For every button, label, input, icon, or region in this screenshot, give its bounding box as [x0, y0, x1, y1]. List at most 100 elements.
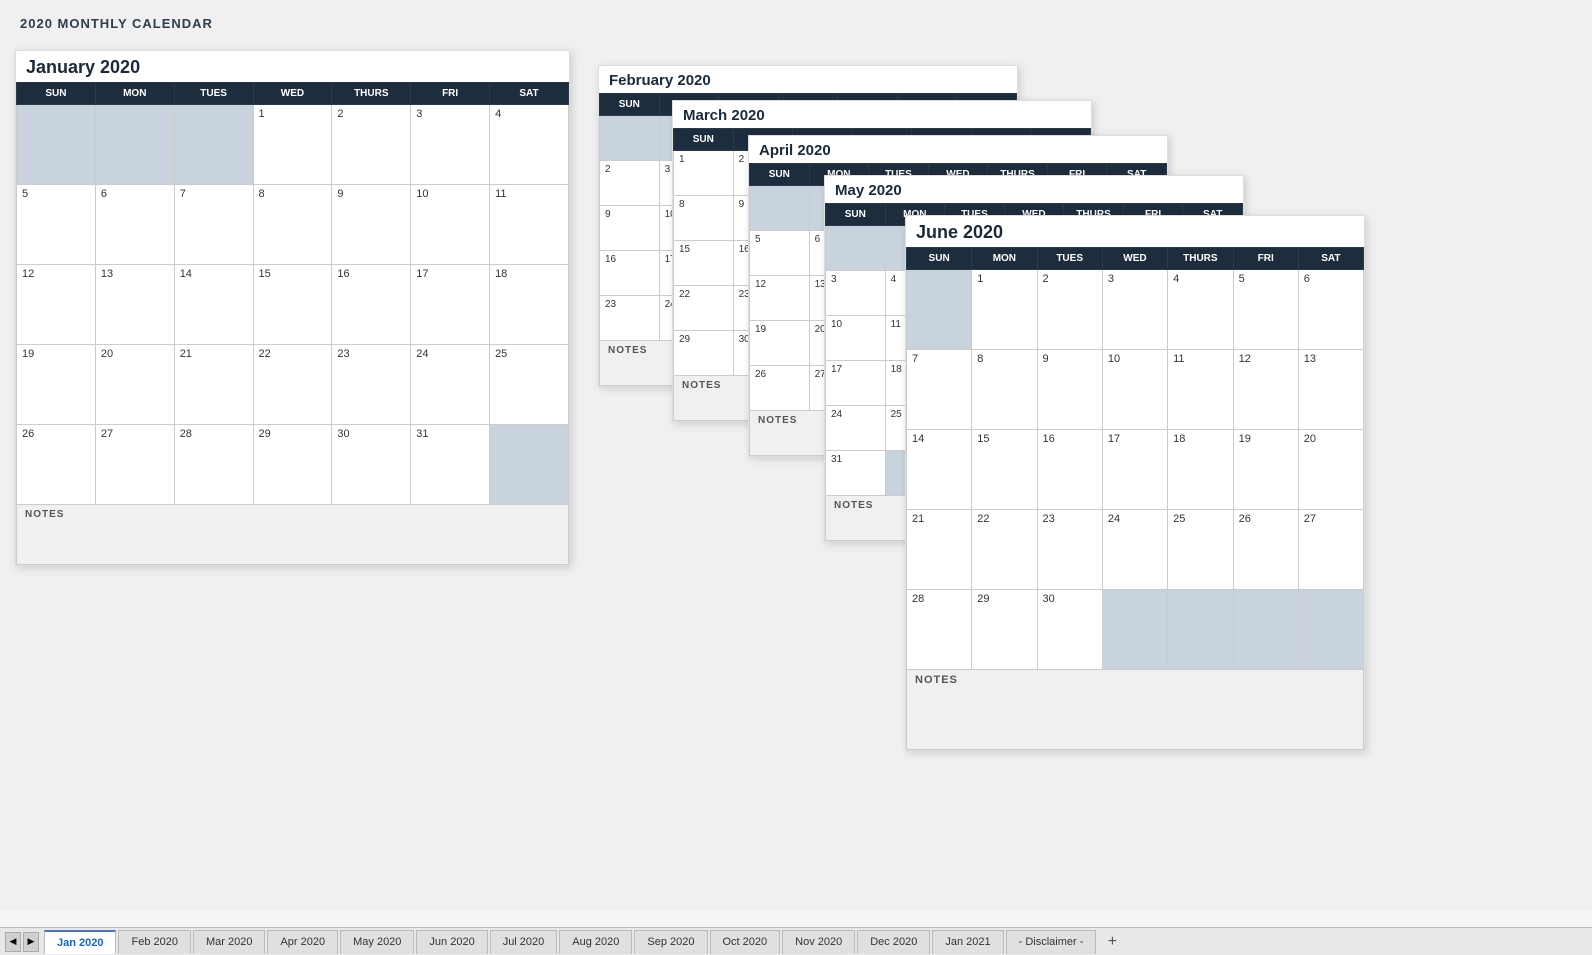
table-cell: 1 — [674, 151, 734, 196]
table-cell: 12 — [750, 276, 810, 321]
table-cell: 31 — [411, 425, 490, 505]
table-cell: 29 — [972, 590, 1037, 670]
col-thu: THURS — [332, 83, 411, 105]
table-cell: 21 — [174, 345, 253, 425]
tab-may-2020[interactable]: May 2020 — [340, 930, 414, 954]
table-cell: 3 — [411, 105, 490, 185]
table-cell — [1298, 590, 1363, 670]
table-cell: 25 — [490, 345, 569, 425]
table-cell: 19 — [1233, 430, 1298, 510]
table-cell — [174, 105, 253, 185]
tab-mar-2020[interactable]: Mar 2020 — [193, 930, 265, 954]
tab-jan-2020[interactable]: Jan 2020 — [44, 930, 116, 954]
table-cell: 14 — [174, 265, 253, 345]
january-title: January 2020 — [16, 51, 569, 82]
tab-add-button[interactable]: + — [1102, 932, 1122, 952]
calendar-june: June 2020 SUN MON TUES WED THURS FRI SAT… — [905, 215, 1365, 751]
tab-apr-2020[interactable]: Apr 2020 — [267, 930, 338, 954]
table-cell: 1 — [972, 270, 1037, 350]
table-cell: 2 — [1037, 270, 1102, 350]
table-cell: 16 — [600, 251, 660, 296]
tab-aug-2020[interactable]: Aug 2020 — [559, 930, 632, 954]
table-cell: 5 — [17, 185, 96, 265]
table-cell: 17 — [1102, 430, 1167, 510]
table-cell: 16 — [332, 265, 411, 345]
tab-nav-left[interactable]: ◀ — [5, 932, 21, 952]
table-cell — [95, 105, 174, 185]
table-cell: 26 — [750, 366, 810, 411]
table-cell: 31 — [826, 451, 886, 496]
table-cell — [490, 425, 569, 505]
tab-jun-2020[interactable]: Jun 2020 — [416, 930, 487, 954]
june-grid: SUN MON TUES WED THURS FRI SAT 1 2 3 4 5 — [906, 247, 1364, 750]
col-sun: SUN — [907, 248, 972, 270]
may-title: May 2020 — [825, 176, 1243, 203]
col-sat: SAT — [490, 83, 569, 105]
tab-jan-2021[interactable]: Jan 2021 — [932, 930, 1003, 954]
table-cell: 7 — [174, 185, 253, 265]
table-cell: 13 — [95, 265, 174, 345]
tab-nav: ◀ ▶ — [0, 932, 44, 952]
table-cell: 24 — [411, 345, 490, 425]
tab-oct-2020[interactable]: Oct 2020 — [710, 930, 781, 954]
col-mon: MON — [972, 248, 1037, 270]
table-cell: 15 — [674, 241, 734, 286]
tab-feb-2020[interactable]: Feb 2020 — [118, 930, 190, 954]
tab-disclaimer[interactable]: - Disclaimer - — [1006, 930, 1097, 954]
table-cell: 14 — [907, 430, 972, 510]
table-cell: 23 — [332, 345, 411, 425]
tab-jul-2020[interactable]: Jul 2020 — [490, 930, 558, 954]
table-cell: 3 — [1102, 270, 1167, 350]
col-tue: TUES — [174, 83, 253, 105]
table-cell — [907, 270, 972, 350]
table-cell: 20 — [95, 345, 174, 425]
table-cell: 2 — [600, 161, 660, 206]
table-cell: 9 — [1037, 350, 1102, 430]
table-cell: 27 — [1298, 510, 1363, 590]
june-title: June 2020 — [906, 216, 1364, 247]
calendar-january: January 2020 SUN MON TUES WED THURS FRI … — [15, 50, 570, 566]
table-cell: 20 — [1298, 430, 1363, 510]
table-cell: 9 — [332, 185, 411, 265]
col-tue: TUES — [1037, 248, 1102, 270]
tab-dec-2020[interactable]: Dec 2020 — [857, 930, 930, 954]
tab-nov-2020[interactable]: Nov 2020 — [782, 930, 855, 954]
table-cell — [1102, 590, 1167, 670]
table-cell: 8 — [253, 185, 332, 265]
january-grid: SUN MON TUES WED THURS FRI SAT 1 2 3 — [16, 82, 569, 565]
col-sun: SUN — [750, 164, 810, 186]
col-wed: WED — [253, 83, 332, 105]
col-sun: SUN — [674, 129, 734, 151]
table-cell: 18 — [1168, 430, 1233, 510]
table-cell: 2 — [332, 105, 411, 185]
table-cell: 28 — [174, 425, 253, 505]
march-title: March 2020 — [673, 101, 1091, 128]
table-cell: 8 — [972, 350, 1037, 430]
table-cell: 15 — [253, 265, 332, 345]
table-cell: 27 — [95, 425, 174, 505]
col-sun: SUN — [17, 83, 96, 105]
table-cell: 4 — [1168, 270, 1233, 350]
col-fri: FRI — [1233, 248, 1298, 270]
main-content: 2020 MONTHLY CALENDAR January 2020 SUN M… — [0, 0, 1592, 910]
col-sat: SAT — [1298, 248, 1363, 270]
col-sun: SUN — [600, 94, 660, 116]
col-sun: SUN — [826, 204, 886, 226]
table-cell: 10 — [826, 316, 886, 361]
tab-nav-right[interactable]: ▶ — [23, 932, 39, 952]
table-cell: 25 — [1168, 510, 1233, 590]
table-cell: 30 — [1037, 590, 1102, 670]
tab-sep-2020[interactable]: Sep 2020 — [634, 930, 707, 954]
table-cell: 22 — [972, 510, 1037, 590]
table-cell: 4 — [490, 105, 569, 185]
table-cell: 29 — [674, 331, 734, 376]
table-cell: 5 — [1233, 270, 1298, 350]
col-thu: THURS — [1168, 248, 1233, 270]
table-cell — [600, 116, 660, 161]
table-cell: 13 — [1298, 350, 1363, 430]
table-cell: 19 — [17, 345, 96, 425]
table-cell: 23 — [1037, 510, 1102, 590]
table-cell: 30 — [332, 425, 411, 505]
col-mon: MON — [95, 83, 174, 105]
table-cell: 17 — [826, 361, 886, 406]
